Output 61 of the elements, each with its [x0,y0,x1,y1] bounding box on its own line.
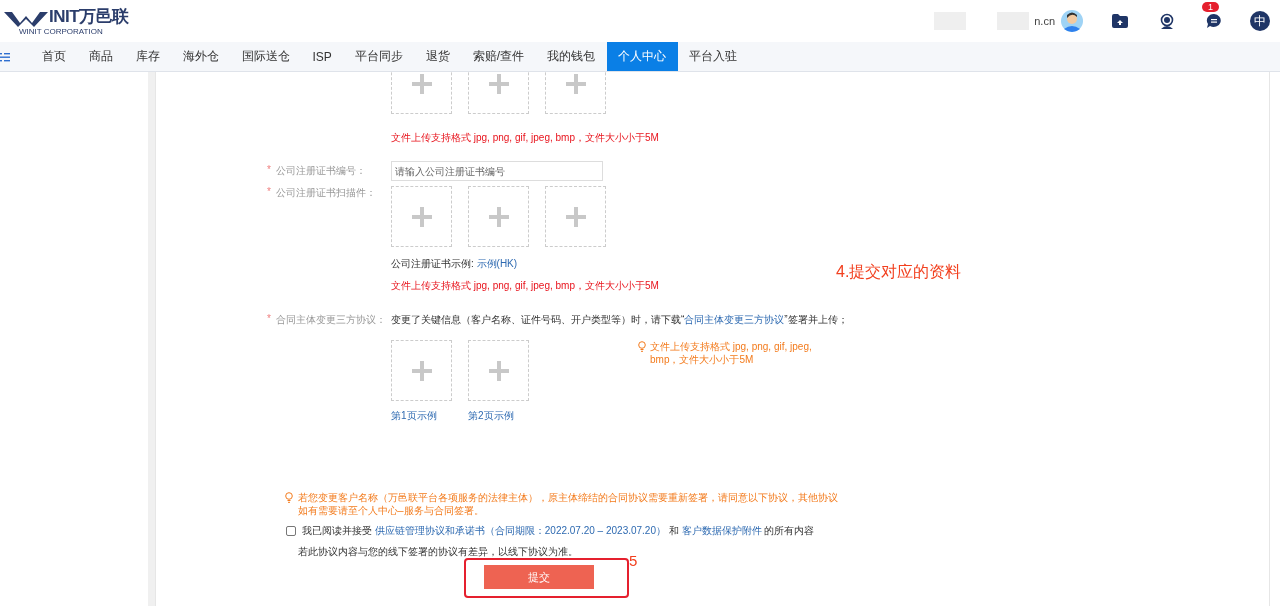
field-label: 合同主体变更三方协议： [275,313,386,327]
required-mark: * [267,164,271,175]
upload-slot[interactable] [391,340,452,401]
nav-tab[interactable]: 索赔/查件 [461,42,536,71]
required-mark: * [267,186,271,197]
disclaimer-text: 若此协议内容与您的线下签署的协议有差异，以线下协议为准。 [298,545,578,559]
logo-icon [4,10,48,27]
field-label: 公司注册证书扫描件： [275,186,376,200]
plus-icon [488,206,509,227]
plus-icon [411,360,432,381]
instruction-text: 变更了关键信息（客户名称、证件号码、开户类型等）时，请下载“合同主体变更三方协议”签署并上传； [391,313,849,327]
chat-icon [1206,13,1222,29]
nav-tab[interactable]: 我的钱包 [535,42,607,71]
agreement-link[interactable]: 供应链管理协议和承诺书（合同期限：2022.07.20 – 2023.07.20） [374,525,666,536]
nav-tab[interactable]: 库存 [124,42,171,71]
plus-icon [488,360,509,381]
plus-icon [411,73,432,94]
avatar-icon [1061,10,1083,32]
example-link[interactable]: 第2页示例 [468,409,529,423]
annotation-number: 5 [629,552,638,569]
example-text: 公司注册证书示例: 示例(HK) [391,257,518,271]
nav-tab[interactable]: 海外仓 [171,42,230,71]
agreement-text: 我已阅读并接受 供应链管理协议和承诺书（合同期限：2022.07.20 – 2023.07.20） 和 客户数据保护附件 的所有内容 [302,524,815,538]
menu-icon [0,51,10,62]
agreement-link[interactable]: 客户数据保护附件 [681,525,762,536]
nav-tab[interactable]: 平台入驻 [677,42,749,71]
bulb-icon [638,341,646,352]
format-hint: 文件上传支持格式 jpg, png, gif, jpeg, bmp，文件大小小于5M [391,131,660,145]
format-tip: 文件上传支持格式 jpg, png, gif, jpeg, bmp，文件大小小于5M [650,340,813,366]
nav-tab[interactable]: 个人中心 [606,42,678,71]
nav-tab[interactable]: 商品 [77,42,124,71]
download-link[interactable]: 合同主体变更三方协议 [684,314,785,325]
plus-icon [411,206,432,227]
nav-tab[interactable]: 平台同步 [343,42,415,71]
format-hint: 文件上传支持格式 jpg, png, gif, jpeg, bmp，文件大小小于5M [391,279,660,293]
nav-tab[interactable]: 国际送仓 [230,42,301,71]
upload-slot[interactable] [391,186,452,247]
logo-subtitle: WINIT CORPORATION [19,26,104,36]
upload-slot[interactable] [545,186,606,247]
notification-badge: 1 [1202,2,1219,12]
folder-upload-icon [1112,14,1128,28]
upload-slot[interactable] [468,186,529,247]
language-button[interactable]: 中 [1250,11,1270,31]
bulb-icon [285,492,293,503]
example-link[interactable]: 第1页示例 [391,409,452,423]
nav-tab[interactable]: ISP [301,42,344,71]
upload-slot[interactable] [468,340,529,401]
required-mark: * [267,313,271,324]
annotation-text: 4.提交对应的资料 [836,262,962,282]
agreement-checkbox[interactable] [286,526,296,536]
notice-text: 若您变更客户名称（万邑联平台各项服务的法律主体），原主体缔结的合同协议需要重新签署，请同意以下协议，其他协议如有需要请至个人中心–服务与合同签署。 [298,491,839,517]
field-label: 公司注册证书编号： [275,164,366,178]
logo-wordmark: INIT万邑联 [49,6,129,27]
example-link[interactable]: 示例(HK) [476,258,518,269]
plus-icon [488,73,509,94]
text-field[interactable]: 请输入公司注册证书编号 [391,161,603,181]
nav-tab[interactable]: 退货 [414,42,462,71]
account-name[interactable]: n.cn [1034,15,1055,27]
plus-icon [565,206,586,227]
plus-icon [565,73,586,94]
nav-tab[interactable]: 首页 [30,42,77,71]
